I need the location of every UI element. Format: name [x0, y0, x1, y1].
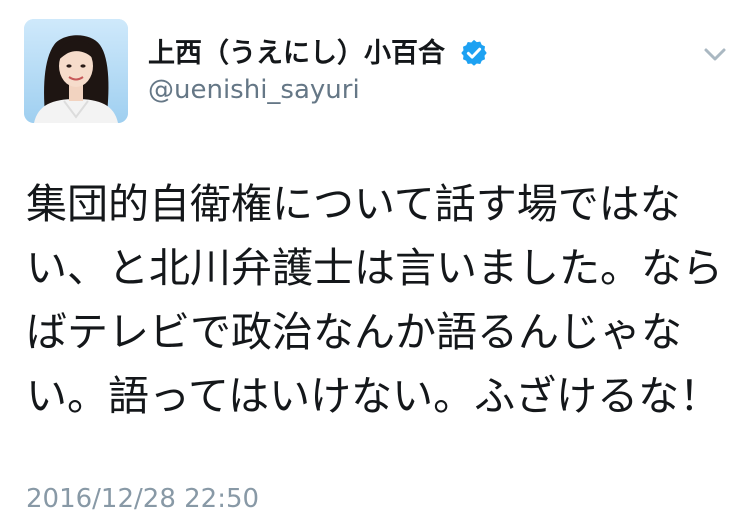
verified-badge-icon [461, 39, 487, 66]
chevron-down-icon[interactable] [700, 42, 730, 66]
profile-photo-icon [24, 19, 128, 123]
tweet-timestamp[interactable]: 2016/12/28 22:50 [26, 482, 259, 516]
tweet: 上西（うえにし）小百合 @uenishi_sayuri 集団的自衛権について話す… [0, 0, 750, 524]
avatar[interactable] [24, 19, 128, 123]
display-name[interactable]: 上西（うえにし）小百合 [148, 36, 445, 72]
user-handle[interactable]: @uenishi_sayuri [148, 74, 360, 106]
tweet-text: 集団的自衛権について話す場ではない、と北川弁護士は言いました。ならばテレビで政治… [26, 180, 723, 420]
